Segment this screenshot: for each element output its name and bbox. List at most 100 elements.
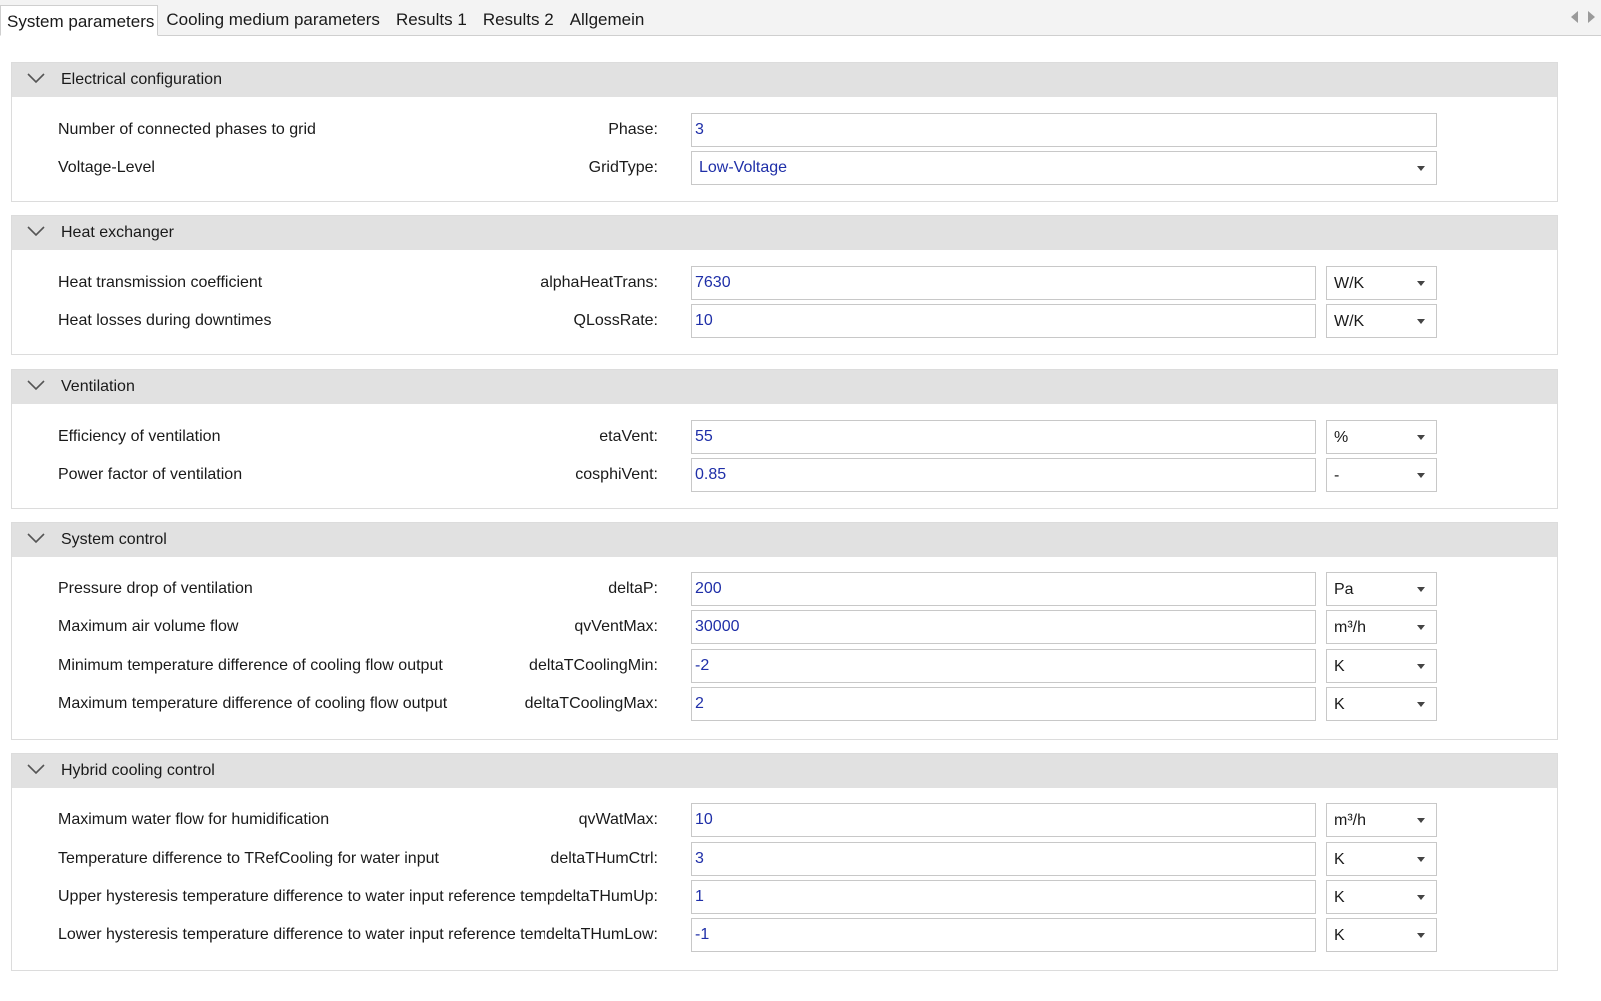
tab-system-parameters[interactable]: System parameters bbox=[0, 5, 159, 36]
unit-select[interactable]: m³/h bbox=[1326, 610, 1437, 644]
unit-value: - bbox=[1334, 467, 1340, 484]
param-row: Power factor of ventilation cosphiVent: … bbox=[12, 458, 1557, 492]
section-header[interactable]: Ventilation bbox=[12, 370, 1557, 404]
param-name: etaVent: bbox=[598, 420, 658, 454]
unit-select[interactable]: K bbox=[1326, 687, 1437, 721]
chevron-down-icon bbox=[27, 380, 45, 391]
param-row: Pressure drop of ventilation deltaP: Pa bbox=[12, 572, 1557, 606]
unit-value: W/K bbox=[1334, 275, 1365, 292]
unit-value: % bbox=[1334, 429, 1349, 446]
section-electrical-configuration: Electrical configuration Number of conne… bbox=[11, 62, 1558, 202]
unit-value: K bbox=[1334, 851, 1345, 868]
deltatcoolingmax-input[interactable] bbox=[691, 687, 1316, 721]
unit-select[interactable]: Pa bbox=[1326, 572, 1437, 606]
section-ventilation: Ventilation Efficiency of ventilation et… bbox=[11, 369, 1558, 509]
param-name: GridType: bbox=[587, 151, 658, 185]
cosphivent-input[interactable] bbox=[691, 458, 1316, 492]
dropdown-arrow-icon bbox=[1417, 166, 1425, 171]
section-heat-exchanger: Heat exchanger Heat transmission coeffic… bbox=[11, 215, 1558, 355]
section-title: Ventilation bbox=[61, 378, 135, 395]
param-description: Heat transmission coefficient bbox=[58, 274, 263, 291]
deltathumlow-input[interactable] bbox=[691, 918, 1316, 952]
deltatcoolingmin-input[interactable] bbox=[691, 649, 1316, 683]
deltathumctrl-input[interactable] bbox=[691, 842, 1316, 876]
unit-value: W/K bbox=[1334, 313, 1365, 330]
unit-value: K bbox=[1334, 658, 1345, 675]
unit-value: Pa bbox=[1334, 581, 1354, 598]
param-name: alphaHeatTrans: bbox=[539, 266, 658, 300]
dropdown-arrow-icon bbox=[1417, 281, 1425, 286]
param-row: Minimum temperature difference of coolin… bbox=[12, 649, 1557, 683]
dropdown-arrow-icon bbox=[1417, 933, 1425, 938]
unit-select[interactable]: % bbox=[1326, 420, 1437, 454]
param-name: deltaP: bbox=[607, 572, 658, 606]
param-row: Maximum temperature difference of coolin… bbox=[12, 687, 1557, 721]
scroll-left-icon[interactable] bbox=[1571, 11, 1578, 23]
unit-select[interactable]: W/K bbox=[1326, 304, 1437, 338]
unit-value: K bbox=[1334, 889, 1345, 906]
param-row: Temperature difference to TRefCooling fo… bbox=[12, 842, 1557, 876]
section-header[interactable]: Hybrid cooling control bbox=[12, 754, 1557, 788]
section-title: Electrical configuration bbox=[61, 71, 222, 88]
param-name: deltaTCoolingMax: bbox=[523, 687, 658, 721]
param-description: Number of connected phases to grid bbox=[58, 121, 316, 138]
section-header[interactable]: System control bbox=[12, 523, 1557, 557]
param-row: Efficiency of ventilation etaVent: % bbox=[12, 420, 1557, 454]
section-header[interactable]: Electrical configuration bbox=[12, 63, 1557, 97]
unit-select[interactable]: m³/h bbox=[1326, 803, 1437, 837]
param-description: Pressure drop of ventilation bbox=[58, 580, 253, 597]
param-description: Efficiency of ventilation bbox=[58, 428, 221, 445]
chevron-down-icon bbox=[27, 764, 45, 775]
dropdown-arrow-icon bbox=[1417, 818, 1425, 823]
tab-results-1[interactable]: Results 1 bbox=[388, 5, 475, 35]
etavent-input[interactable] bbox=[691, 420, 1316, 454]
param-description: Heat losses during downtimes bbox=[58, 312, 272, 329]
section-title: Heat exchanger bbox=[61, 224, 174, 241]
param-description: Minimum temperature difference of coolin… bbox=[58, 657, 443, 674]
tab-results-2[interactable]: Results 2 bbox=[475, 5, 562, 35]
section-hybrid-cooling-control: Hybrid cooling control Maximum water flo… bbox=[11, 753, 1558, 971]
param-row: Number of connected phases to grid Phase… bbox=[12, 113, 1557, 147]
deltathumup-input[interactable] bbox=[691, 880, 1316, 914]
tab-cooling-medium-parameters[interactable]: Cooling medium parameters bbox=[158, 5, 388, 35]
dropdown-arrow-icon bbox=[1417, 435, 1425, 440]
tab-bar: System parameters Cooling medium paramet… bbox=[0, 0, 1601, 36]
dropdown-arrow-icon bbox=[1417, 625, 1425, 630]
param-row: Voltage-Level GridType: Low-Voltage bbox=[12, 151, 1557, 185]
section-title: Hybrid cooling control bbox=[61, 762, 215, 779]
dropdown-arrow-icon bbox=[1417, 664, 1425, 669]
param-name: deltaTHumLow: bbox=[544, 918, 658, 952]
dropdown-arrow-icon bbox=[1417, 895, 1425, 900]
unit-select[interactable]: K bbox=[1326, 649, 1437, 683]
tab-strip: System parameters Cooling medium paramet… bbox=[0, 5, 652, 36]
unit-select[interactable]: K bbox=[1326, 842, 1437, 876]
tab-scroll-buttons bbox=[1571, 11, 1595, 23]
param-description: Power factor of ventilation bbox=[58, 466, 243, 483]
qlossrate-input[interactable] bbox=[691, 304, 1316, 338]
section-header[interactable]: Heat exchanger bbox=[12, 216, 1557, 250]
param-description: Upper hysteresis temperature difference … bbox=[58, 888, 583, 905]
unit-select[interactable]: K bbox=[1326, 918, 1437, 952]
param-name: cosphiVent: bbox=[574, 458, 658, 492]
unit-select[interactable]: - bbox=[1326, 458, 1437, 492]
dropdown-arrow-icon bbox=[1417, 857, 1425, 862]
alphaheattrans-input[interactable] bbox=[691, 266, 1316, 300]
qvventmax-input[interactable] bbox=[691, 610, 1316, 644]
tab-allgemein[interactable]: Allgemein bbox=[562, 5, 653, 35]
param-description: Temperature difference to TRefCooling fo… bbox=[58, 850, 439, 867]
scroll-right-icon[interactable] bbox=[1588, 11, 1595, 23]
param-name: deltaTCoolingMin: bbox=[528, 649, 658, 683]
unit-select[interactable]: W/K bbox=[1326, 266, 1437, 300]
param-name: deltaTHumCtrl: bbox=[549, 842, 658, 876]
param-row: Maximum air volume flow qvVentMax: m³/h bbox=[12, 610, 1557, 644]
qvwatmax-input[interactable] bbox=[691, 803, 1316, 837]
deltap-input[interactable] bbox=[691, 572, 1316, 606]
unit-select[interactable]: K bbox=[1326, 880, 1437, 914]
phase-input[interactable] bbox=[691, 113, 1437, 147]
unit-value: K bbox=[1334, 927, 1345, 944]
param-row: Upper hysteresis temperature difference … bbox=[12, 880, 1557, 914]
gridtype-select[interactable]: Low-Voltage bbox=[691, 151, 1437, 185]
param-description: Voltage-Level bbox=[58, 159, 155, 176]
param-row: Lower hysteresis temperature difference … bbox=[12, 918, 1557, 952]
param-name: qvWatMax: bbox=[577, 803, 658, 837]
